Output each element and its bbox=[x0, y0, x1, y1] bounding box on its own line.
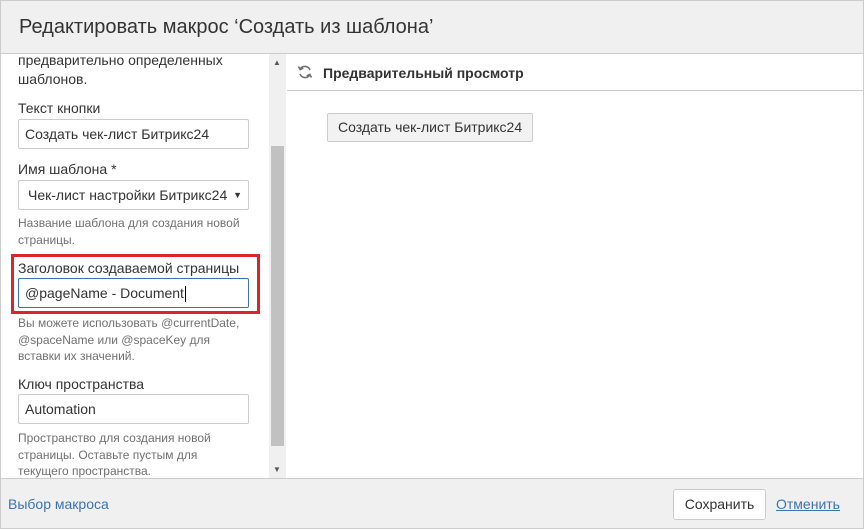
template-name-selected: Чек-лист настройки Битрикс24 bbox=[28, 187, 228, 203]
preview-panel: Предварительный просмотр Создать чек-лис… bbox=[287, 54, 863, 478]
dialog-title: Редактировать макрос ‘Создать из шаблона… bbox=[19, 16, 434, 38]
hint-line: Вы можете использовать @currentDate, bbox=[18, 316, 240, 330]
scroll-up-icon[interactable]: ▲ bbox=[273, 58, 281, 67]
page-title-hint: Вы можете использовать @currentDate, @sp… bbox=[18, 315, 258, 365]
dialog-header: Редактировать макрос ‘Создать из шаблона… bbox=[1, 1, 863, 54]
dropdown-arrow-icon: ▼ bbox=[233, 190, 242, 200]
highlight-annotation bbox=[11, 254, 260, 314]
button-text-input[interactable]: Создать чек-лист Битрикс24 bbox=[18, 119, 249, 149]
template-name-hint: Название шаблона для создания новой стра… bbox=[18, 215, 258, 248]
macro-parameters-panel[interactable]: предварительно определенных шаблонов. Те… bbox=[1, 54, 286, 478]
dialog-footer: Выбор макроса Сохранить Отменить bbox=[1, 478, 863, 528]
hint-line: вставки их значений. bbox=[18, 349, 135, 363]
hint-line: Название шаблона для создания новой bbox=[18, 216, 240, 230]
hint-line: Пространство для создания новой bbox=[18, 431, 211, 445]
description-line: предварительно определенных bbox=[18, 54, 223, 68]
hint-line: страницы. bbox=[18, 232, 76, 247]
description-line: шаблонов. bbox=[18, 71, 88, 87]
hint-line: текущего пространства. bbox=[18, 464, 152, 478]
space-key-hint: Пространство для создания новой страницы… bbox=[18, 430, 258, 478]
edit-macro-dialog: Редактировать макрос ‘Создать из шаблона… bbox=[0, 0, 864, 529]
left-panel-scrollbar[interactable]: ▲ ▼ bbox=[269, 54, 286, 478]
space-key-label: Ключ пространства bbox=[18, 376, 145, 392]
template-description: предварительно определенных шаблонов. bbox=[18, 54, 258, 89]
scroll-down-icon[interactable]: ▼ bbox=[273, 465, 281, 474]
refresh-icon[interactable] bbox=[297, 64, 313, 80]
preview-title: Предварительный просмотр bbox=[323, 65, 524, 81]
hint-line: страницы. Оставьте пустым для bbox=[18, 447, 198, 462]
template-name-label: Имя шаблона * bbox=[18, 161, 117, 177]
select-macro-link[interactable]: Выбор макроса bbox=[8, 496, 109, 512]
scrollbar-thumb[interactable] bbox=[271, 146, 284, 446]
cancel-link[interactable]: Отменить bbox=[776, 496, 840, 512]
button-text-label: Текст кнопки bbox=[18, 100, 101, 116]
preview-create-button[interactable]: Создать чек-лист Битрикс24 bbox=[327, 113, 534, 142]
save-button[interactable]: Сохранить bbox=[673, 489, 766, 520]
hint-line: @spaceName или @spaceKey для bbox=[18, 332, 211, 347]
preview-header: Предварительный просмотр bbox=[287, 54, 863, 91]
template-name-select[interactable]: Чек-лист настройки Битрикс24 ▼ bbox=[18, 180, 249, 210]
space-key-input[interactable]: Automation bbox=[18, 394, 249, 424]
